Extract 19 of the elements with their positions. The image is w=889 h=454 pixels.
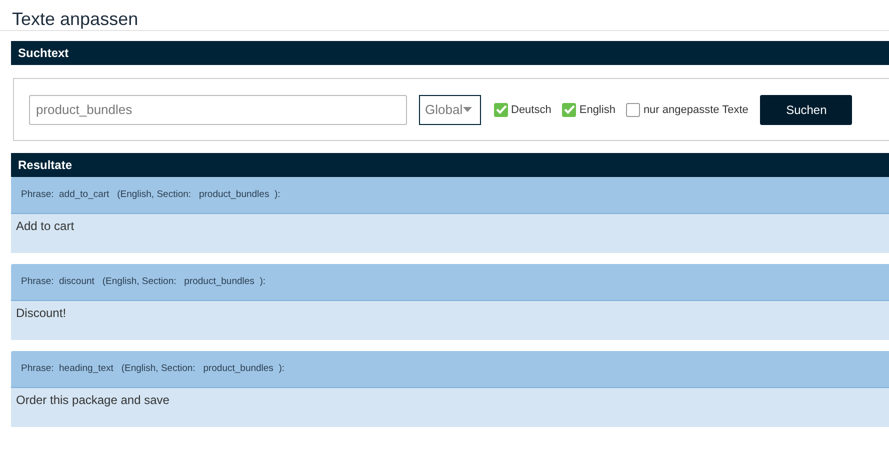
phrase-text: Discount! bbox=[11, 301, 889, 340]
phrase-header: Phrase: add_to_cart (English, Section: product_bundles ): bbox=[11, 177, 889, 214]
page-title: Texte anpassen bbox=[11, 8, 140, 30]
phrase-header: Phrase: heading_text (English, Section: product_bundles ): bbox=[11, 351, 889, 388]
section-header: Suchtext bbox=[11, 41, 889, 65]
search-button[interactable]: Suchen bbox=[760, 94, 852, 124]
phrase-header: Phrase: discount (English, Section: product_bundles ): bbox=[11, 264, 889, 301]
checkbox[interactable] bbox=[494, 102, 508, 116]
scope-dropdown[interactable]: Global bbox=[419, 94, 481, 124]
caret-icon bbox=[463, 107, 472, 112]
checkbox-option[interactable]: nur angepasste Texte bbox=[626, 102, 748, 116]
phrase-text: Order this package and save bbox=[11, 388, 889, 427]
phrase-text: Add to cart bbox=[11, 214, 889, 253]
section-header: Resultate bbox=[11, 153, 889, 177]
checkbox-option[interactable]: English bbox=[562, 102, 616, 116]
search-field[interactable]: product_bundles bbox=[29, 94, 407, 124]
checkbox[interactable] bbox=[562, 102, 576, 116]
checkbox[interactable] bbox=[626, 102, 640, 116]
checkbox-option[interactable]: Deutsch bbox=[494, 102, 552, 116]
